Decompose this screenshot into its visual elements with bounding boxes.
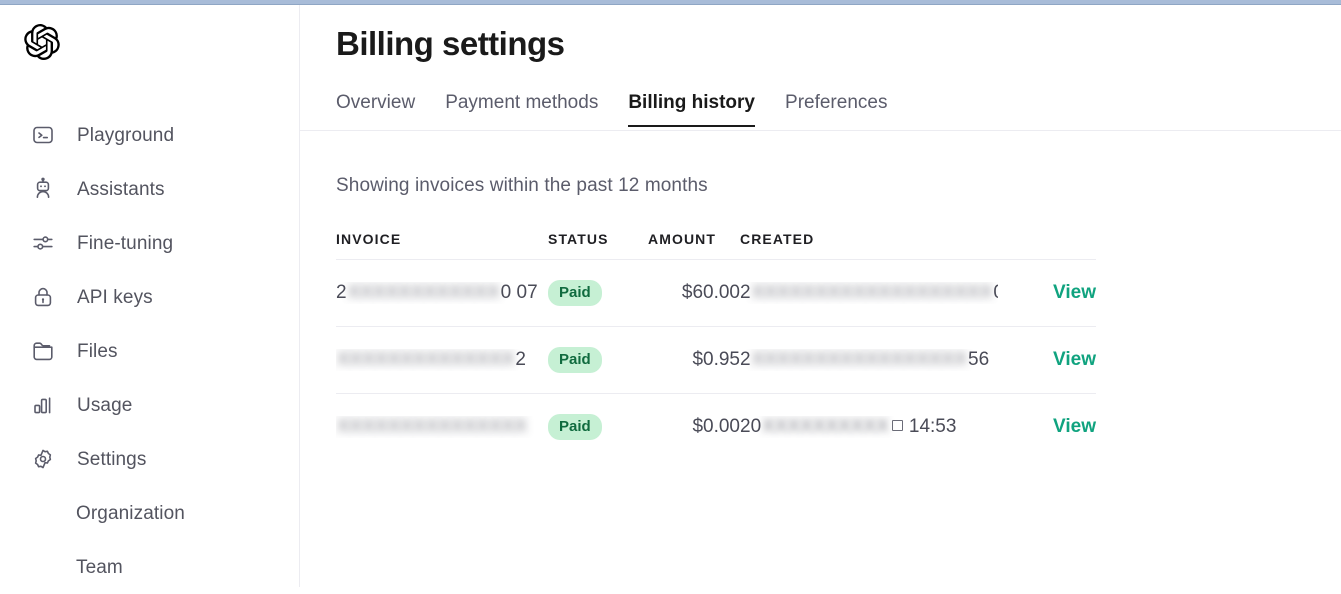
created-redacted: XXXXXXXXXXXXXXXXXXX <box>751 282 993 303</box>
lock-icon <box>28 282 58 312</box>
cell-invoice: XXXXXXXXXXXXXX 2 <box>336 326 548 394</box>
status-badge: Paid <box>548 280 602 306</box>
cell-status: Paid <box>548 326 648 394</box>
main-content: Billing settings Overview Payment method… <box>300 5 1341 587</box>
sidebar-item-label: Files <box>77 340 118 362</box>
invoice-table: INVOICE STATUS AMOUNT CREATED 2 XXXXXXXXX… <box>336 231 1096 461</box>
invoice-id-redacted: XXXXXXXXXXXXXX <box>337 349 515 370</box>
sidebar-item-team[interactable]: Team <box>0 540 300 594</box>
sidebar-item-settings[interactable]: Settings <box>0 432 300 486</box>
tab-overview[interactable]: Overview <box>336 93 415 127</box>
cell-invoice: 2 XXXXXXXXXXXX 0 07 <box>336 259 548 327</box>
sidebar-subitem-label: Team <box>76 556 123 578</box>
column-header-status: STATUS <box>548 231 648 260</box>
cell-amount: $60.00 <box>648 259 740 327</box>
tab-billing-history[interactable]: Billing history <box>628 93 756 127</box>
cell-created: 20 XXXXXXXXXX 14:53 <box>740 394 998 461</box>
created-redacted: XXXXXXXXXX <box>762 416 889 438</box>
folder-icon <box>28 336 58 366</box>
app-shell: Playground Assistants Fine-tuning API ke… <box>0 5 1341 587</box>
tab-bar: Overview Payment methods Billing history… <box>336 81 1341 127</box>
cell-status: Paid <box>548 259 648 327</box>
billing-history-panel: Showing invoices within the past 12 mont… <box>300 131 1341 461</box>
sidebar-nav: Playground Assistants Fine-tuning API ke… <box>0 108 300 594</box>
openai-logo[interactable] <box>23 23 61 61</box>
created-prefix: 20 <box>740 416 762 438</box>
created-prefix: 2 <box>740 349 751 370</box>
robot-icon <box>28 174 58 204</box>
invoice-id-redacted: XXXXXXXXXXXX <box>347 282 500 303</box>
created-suffix: 01 <box>993 282 998 304</box>
sidebar-item-label: Assistants <box>77 178 165 200</box>
cell-action: View <box>998 326 1096 394</box>
cell-created: 2XXXXXXXXXXXXXXXXXXX01 <box>740 259 998 327</box>
terminal-icon <box>28 120 58 150</box>
cell-action: View <box>998 259 1096 327</box>
cell-action: View <box>998 394 1096 461</box>
cell-amount: $0.95 <box>648 326 740 394</box>
invoice-id-suffix: 2 <box>515 349 526 370</box>
table-header-row: INVOICE STATUS AMOUNT CREATED <box>336 231 1096 260</box>
column-header-action <box>998 231 1096 260</box>
sidebar-item-usage[interactable]: Usage <box>0 378 300 432</box>
column-header-amount: AMOUNT <box>648 231 740 260</box>
cell-invoice: XXXXXXXXXXXXXXX <box>336 394 548 461</box>
document-glyph-icon <box>891 420 903 432</box>
created-prefix: 2 <box>740 282 751 303</box>
view-invoice-link[interactable]: View <box>1053 282 1096 303</box>
sidebar-subitem-label: Organization <box>76 502 185 524</box>
showing-invoices-note: Showing invoices within the past 12 mont… <box>336 175 708 196</box>
status-badge: Paid <box>548 414 602 441</box>
tab-preferences[interactable]: Preferences <box>785 93 887 127</box>
sidebar-item-label: Usage <box>77 394 133 416</box>
created-suffix: 56 <box>968 349 990 370</box>
sliders-icon <box>28 228 58 258</box>
cell-amount: $0.00 <box>692 416 740 438</box>
invoice-table-body: 2 XXXXXXXXXXXX 0 07 Paid $60.00 2 XXXXXXXXX… <box>336 259 1096 461</box>
cell-created: 2 XXXXXXXXXXXXXXXXX 56 <box>740 326 998 394</box>
sidebar-item-label: Fine-tuning <box>77 232 174 254</box>
page-header: Billing settings Overview Payment method… <box>300 5 1341 131</box>
sidebar-item-label: API keys <box>77 286 153 308</box>
column-header-created: CREATED <box>740 231 998 260</box>
created-suffix: 14:53 <box>908 416 957 438</box>
sidebar-item-assistants[interactable]: Assistants <box>0 162 300 216</box>
gear-icon <box>28 444 58 474</box>
sidebar-item-playground[interactable]: Playground <box>0 108 300 162</box>
sidebar-item-label: Settings <box>77 448 147 470</box>
invoice-id-prefix: 2 <box>336 282 347 303</box>
sidebar-item-label: Playground <box>77 124 175 146</box>
view-invoice-link[interactable]: View <box>1053 349 1096 370</box>
page-title: Billing settings <box>336 25 565 62</box>
sidebar-item-organization[interactable]: Organization <box>0 486 300 540</box>
sidebar: Playground Assistants Fine-tuning API ke… <box>0 5 300 587</box>
tab-payment-methods[interactable]: Payment methods <box>445 93 598 127</box>
invoice-table-head: INVOICE STATUS AMOUNT CREATED <box>336 231 1096 260</box>
sidebar-item-files[interactable]: Files <box>0 324 300 378</box>
sidebar-item-fine-tuning[interactable]: Fine-tuning <box>0 216 300 270</box>
invoice-id-redacted: XXXXXXXXXXXXXXX <box>337 416 528 438</box>
status-badge: Paid <box>548 347 602 373</box>
table-row: XXXXXXXXXXXXXX 2 Paid $0.95 2 XXXXXXXXXXXX… <box>336 326 1096 394</box>
view-invoice-link[interactable]: View <box>1053 416 1096 437</box>
table-row: XXXXXXXXXXXXXXX Paid $0.00 20 XXXXXXXXXX 1… <box>336 394 1096 461</box>
table-row: 2 XXXXXXXXXXXX 0 07 Paid $60.00 2 XXXXXXXXX… <box>336 259 1096 327</box>
column-header-invoice: INVOICE <box>336 231 548 260</box>
bar-chart-icon <box>28 390 58 420</box>
sidebar-item-api-keys[interactable]: API keys <box>0 270 300 324</box>
cell-status: Paid <box>548 394 648 461</box>
created-redacted: XXXXXXXXXXXXXXXXX <box>751 349 968 370</box>
invoice-id-suffix: 0 07 <box>500 282 538 303</box>
